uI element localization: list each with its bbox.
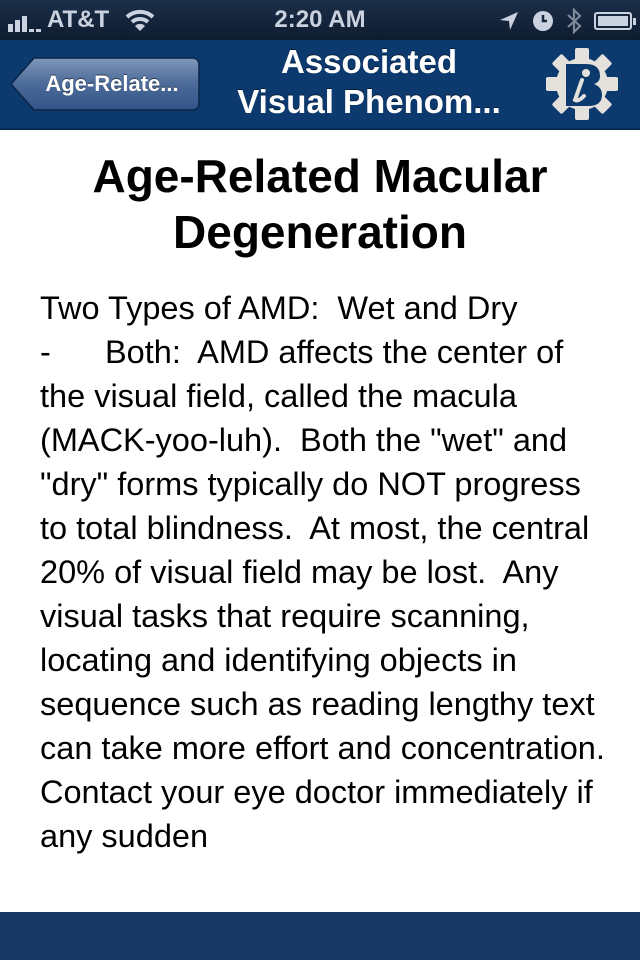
article-heading: Age-Related Macular Degeneration <box>20 148 620 260</box>
status-bar: AT&T 2:20 AM <box>0 0 640 40</box>
heading-line2: Degeneration <box>173 206 467 258</box>
navigation-bar: Age-Relate... Associated Visual Phenom..… <box>0 40 640 130</box>
back-button[interactable]: Age-Relate... <box>10 56 200 112</box>
bluetooth-icon <box>567 8 582 34</box>
nav-title: Associated Visual Phenom... <box>210 42 528 122</box>
gear-info-icon <box>546 48 618 120</box>
back-button-label: Age-Relate... <box>45 71 179 96</box>
info-button[interactable] <box>544 46 620 122</box>
status-right <box>498 8 636 34</box>
location-arrow-icon <box>500 12 518 30</box>
bottom-toolbar <box>0 912 640 960</box>
article-body: Two Types of AMD: Wet and Dry - Both: AM… <box>40 290 605 854</box>
heading-line1: Age-Related Macular <box>92 150 548 202</box>
nav-title-line1: Associated <box>280 43 458 80</box>
nav-title-line2: Visual Phenom... <box>237 83 501 120</box>
battery-icon <box>594 12 636 30</box>
alarm-clock-icon <box>533 11 553 31</box>
